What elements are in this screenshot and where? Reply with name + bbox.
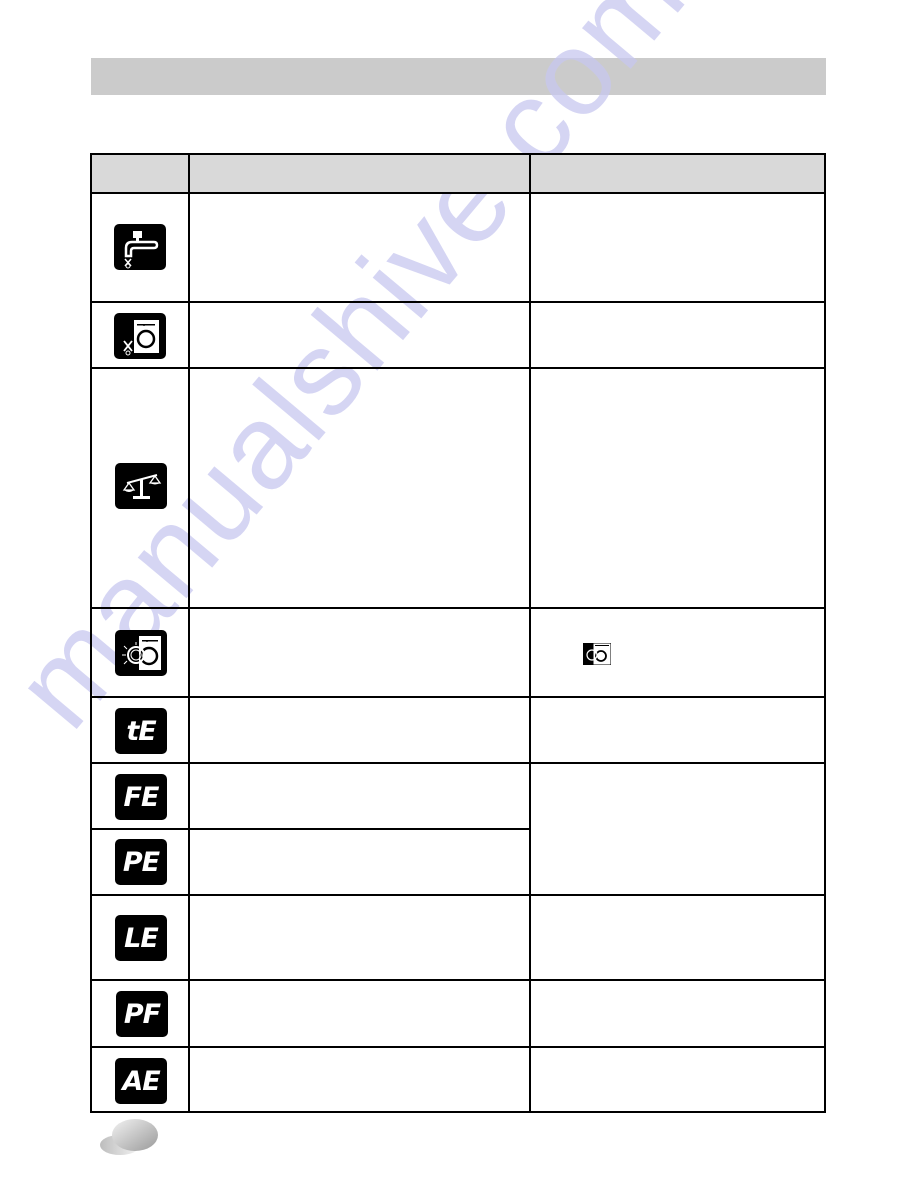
- watermark: manualshive.com: [0, 0, 711, 753]
- error-code-fe-icon: FE: [115, 774, 167, 820]
- door-open-error-icon: [114, 313, 166, 359]
- door-lock-washer-icon: [115, 630, 167, 676]
- error-code-label: PF: [123, 998, 161, 1030]
- error-code-label: FE: [123, 781, 160, 813]
- water-tap-error-icon: [114, 224, 166, 270]
- door-lock-washer-small-icon: [583, 642, 612, 666]
- page-number-badge: [98, 1118, 160, 1158]
- error-code-label: PE: [122, 846, 160, 878]
- error-code-label: AE: [122, 1065, 160, 1097]
- error-code-label: LE: [124, 922, 159, 954]
- table-header: [92, 155, 824, 193]
- error-code-label: tE: [126, 715, 156, 747]
- error-code-le-icon: LE: [115, 915, 167, 961]
- unbalance-scale-icon: [115, 463, 167, 509]
- error-code-te-icon: tE: [115, 708, 167, 754]
- section-title-bar: [91, 58, 826, 95]
- error-code-ae-icon: AE: [115, 1058, 167, 1104]
- error-code-pe-icon: PE: [115, 839, 167, 885]
- error-code-pf-icon: PF: [116, 991, 168, 1037]
